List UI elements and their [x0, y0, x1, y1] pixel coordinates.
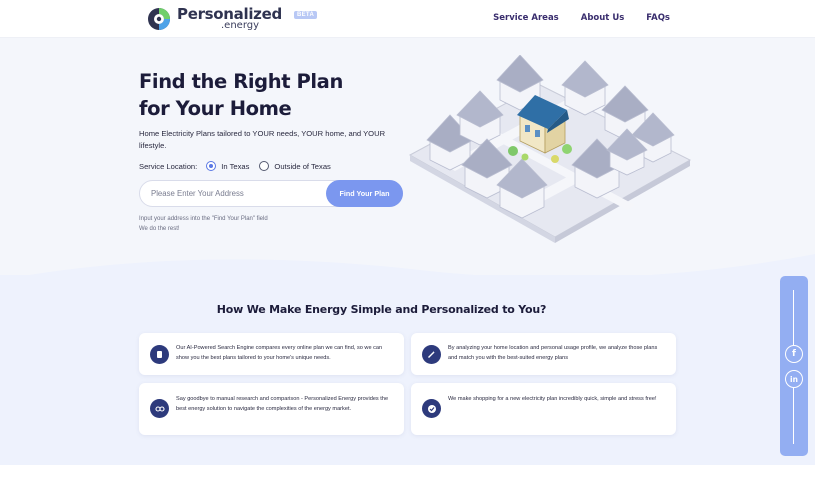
find-your-plan-button[interactable]: Find Your Plan	[326, 180, 403, 207]
linkedin-icon[interactable]: in	[785, 370, 803, 388]
hero-subtitle: Home Electricity Plans tailored to YOUR …	[139, 129, 386, 150]
address-input[interactable]	[140, 181, 330, 206]
main-nav: Service Areas About Us FAQs	[493, 13, 670, 23]
service-location-label: Service Location:	[139, 161, 198, 171]
bottom-strip	[0, 465, 815, 480]
features-section: How We Make Energy Simple and Personaliz…	[0, 275, 815, 465]
social-divider-top	[793, 290, 794, 346]
hero-title-line1: Find the Right Plan	[139, 70, 343, 93]
feature-card-quick-shopping: We make shopping for a new electricity p…	[411, 383, 676, 435]
address-search: Find Your Plan	[139, 180, 403, 207]
hint-line1: Input your address into the "Find Your P…	[139, 216, 268, 222]
feature-card-analysis: By analyzing your home location and pers…	[411, 333, 676, 375]
site-header: Personalized .energy BETA Service Areas …	[0, 0, 815, 38]
feature-card-text: Say goodbye to manual research and compa…	[176, 396, 389, 412]
wand-icon	[422, 345, 441, 364]
radio-in-texas-dot[interactable]	[206, 161, 217, 171]
feature-card-ai-search: Our AI-Powered Search Engine compares ev…	[139, 333, 404, 375]
check-badge-icon	[422, 399, 441, 418]
hint-line2: We do the rest!	[139, 226, 180, 232]
radio-outside-texas[interactable]: Outside of Texas	[259, 161, 331, 171]
neighborhood-illustration	[405, 54, 695, 245]
radio-outside-texas-label: Outside of Texas	[274, 161, 331, 171]
radio-in-texas[interactable]: In Texas	[206, 161, 249, 171]
chip-icon	[150, 345, 169, 364]
feature-card-text: By analyzing your home location and pers…	[448, 345, 658, 361]
facebook-icon[interactable]: f	[785, 345, 803, 363]
hero-title-line2: for Your Home	[139, 97, 292, 120]
feature-card-no-research: Say goodbye to manual research and compa…	[139, 383, 404, 435]
address-hint: Input your address into the "Find Your P…	[139, 214, 268, 234]
logo-mark-icon	[147, 7, 171, 31]
social-divider-bottom	[793, 388, 794, 444]
feature-card-text: We make shopping for a new electricity p…	[448, 396, 657, 402]
logo[interactable]: Personalized .energy BETA	[147, 5, 318, 33]
radio-in-texas-label: In Texas	[221, 161, 250, 171]
nav-faqs[interactable]: FAQs	[646, 13, 670, 23]
glasses-icon	[150, 399, 169, 418]
nav-service-areas[interactable]: Service Areas	[493, 13, 559, 23]
features-title: How We Make Energy Simple and Personaliz…	[216, 303, 547, 316]
nav-about-us[interactable]: About Us	[581, 13, 625, 23]
feature-card-text: Our AI-Powered Search Engine compares ev…	[176, 345, 383, 361]
beta-badge: BETA	[294, 11, 318, 19]
social-sidebar: f in	[780, 276, 808, 456]
radio-outside-texas-dot[interactable]	[259, 161, 270, 171]
hero-title: Find the Right Plan for Your Home	[139, 68, 379, 122]
service-location-row: Service Location: In Texas Outside of Te…	[139, 161, 331, 171]
